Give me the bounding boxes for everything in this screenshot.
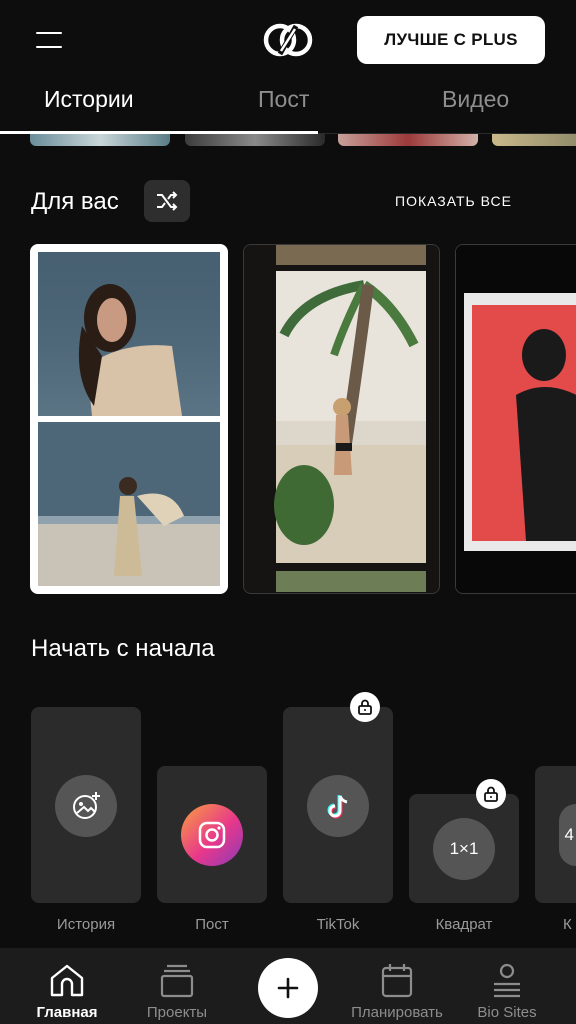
- nav-label: Проекты: [146, 1004, 208, 1021]
- nav-label: Главная: [36, 1004, 98, 1021]
- stories-thumbnail[interactable]: [185, 134, 325, 146]
- projects-icon: [160, 964, 194, 998]
- format-tile-partial[interactable]: 4: [535, 766, 576, 903]
- format-label: К: [563, 916, 572, 933]
- template-card[interactable]: [455, 244, 576, 594]
- add-photo-icon: [55, 775, 117, 837]
- plus-icon: [277, 977, 299, 999]
- tab-stories[interactable]: Истории: [44, 86, 134, 113]
- tab-video[interactable]: Видео: [442, 86, 509, 113]
- tab-bar: Истории Пост Видео: [0, 86, 576, 136]
- format-tile-post[interactable]: [157, 766, 267, 903]
- format-label: Пост: [195, 916, 229, 933]
- template-card[interactable]: [30, 244, 228, 594]
- nav-label: Планировать: [351, 1004, 443, 1021]
- format-label: Квадрат: [435, 916, 493, 933]
- instagram-icon: [181, 804, 243, 866]
- for-you-title: Для вас: [31, 188, 119, 215]
- stories-thumbnail[interactable]: [338, 134, 478, 146]
- menu-icon[interactable]: [36, 28, 62, 50]
- nav-planner[interactable]: Планировать: [342, 948, 452, 1024]
- template-card[interactable]: [243, 244, 440, 594]
- nav-bio-sites[interactable]: Bio Sites: [452, 948, 562, 1024]
- app-logo-icon: [258, 20, 318, 60]
- square-ratio-icon: 1×1: [433, 818, 495, 880]
- top-bar: ЛУЧШЕ С PLUS: [0, 0, 576, 80]
- stories-thumbnail[interactable]: [30, 134, 170, 146]
- shuffle-button[interactable]: [144, 180, 190, 222]
- shuffle-icon: [157, 191, 178, 211]
- format-tile-tiktok[interactable]: [283, 707, 393, 903]
- nav-home[interactable]: Главная: [12, 948, 122, 1024]
- upgrade-plus-button[interactable]: ЛУЧШЕ С PLUS: [357, 16, 545, 64]
- stories-thumbnail[interactable]: [492, 134, 576, 146]
- lock-icon: [350, 692, 380, 722]
- home-icon: [50, 964, 84, 997]
- nav-projects[interactable]: Проекты: [122, 948, 232, 1024]
- template-preview: [32, 246, 226, 592]
- tiktok-icon: [307, 775, 369, 837]
- format-tile-story[interactable]: [31, 707, 141, 903]
- calendar-icon: [381, 964, 413, 998]
- create-new-button[interactable]: [258, 958, 318, 1018]
- format-tile-square[interactable]: 1×1: [409, 794, 519, 903]
- nav-label: Bio Sites: [477, 1004, 537, 1021]
- tab-post[interactable]: Пост: [258, 86, 309, 113]
- show-all-link[interactable]: ПОКАЗАТЬ ВСЕ: [395, 193, 512, 209]
- format-label: История: [56, 916, 116, 933]
- format-label: TikTok: [316, 916, 360, 933]
- template-preview: [456, 245, 576, 592]
- bio-sites-icon: [494, 963, 520, 998]
- start-from-scratch-title: Начать с начала: [31, 635, 215, 662]
- template-preview: [244, 245, 438, 592]
- ratio-icon: 4: [559, 804, 576, 866]
- lock-icon: [476, 779, 506, 809]
